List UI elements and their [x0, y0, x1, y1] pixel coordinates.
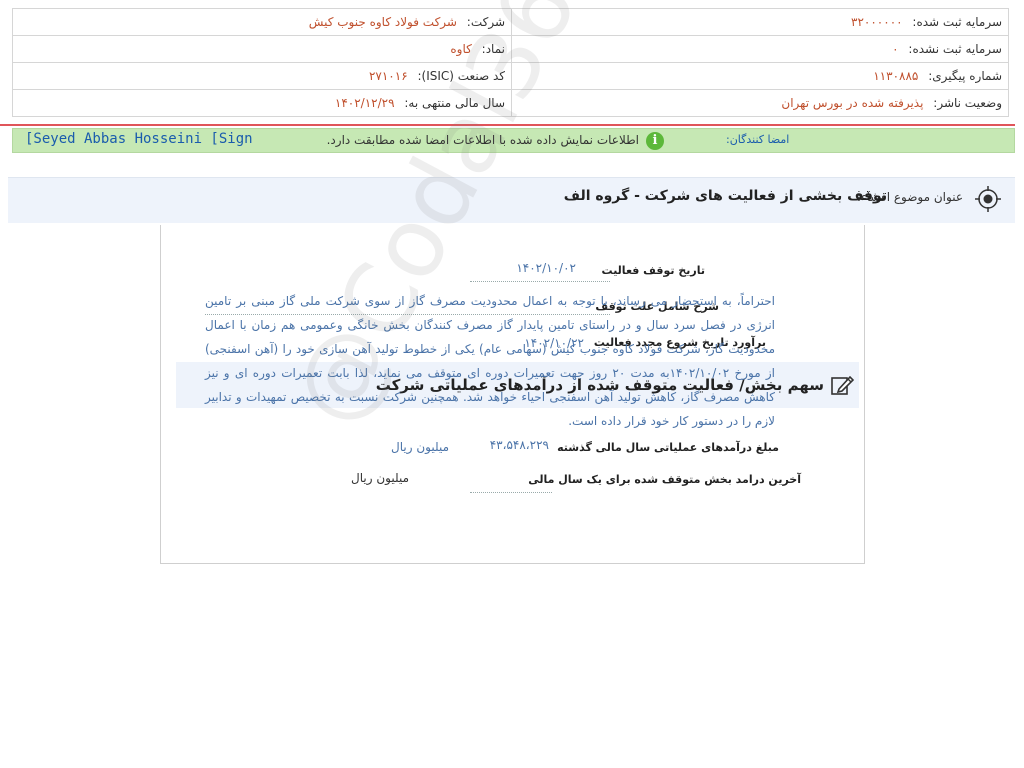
verification-notice: i اطلاعات نمایش داده شده با اطلاعات امضا… — [12, 128, 1015, 153]
tracking-value: ۱۱۳۰۸۸۵ — [873, 69, 919, 83]
publisher-status-cell: وضعیت ناشر: پذیرفته شده در بورس تهران — [511, 89, 1009, 117]
unregistered-capital-value: ۰ — [892, 42, 899, 56]
company-info-table: شرکت: شرکت فولاد کاوه جنوب کیش سرمایه ثب… — [12, 8, 1009, 117]
fiscal-cell: سال مالی منتهی به: ۱۴۰۲/۱۲/۲۹ — [12, 89, 512, 117]
symbol-cell: نماد: کاوه — [12, 35, 512, 63]
fiscal-label: سال مالی منتهی به: — [404, 96, 505, 110]
tracking-cell: شماره پیگیری: ۱۱۳۰۸۸۵ — [511, 62, 1009, 90]
unregistered-capital-cell: سرمایه ثبت نشده: ۰ — [511, 35, 1009, 63]
verification-message: اطلاعات نمایش داده شده با اطلاعات امضا ش… — [326, 133, 639, 147]
prior-revenue-unit: میلیون ریال — [391, 440, 449, 454]
unregistered-capital-label: سرمایه ثبت نشده: — [908, 42, 1002, 56]
signers-value[interactable]: [Seyed Abbas Hosseini [Sign — [25, 131, 253, 147]
subject-title: توقف بخشی از فعالیت های شرکت - گروه الف — [563, 188, 887, 204]
isic-value: ۲۷۱۰۱۶ — [368, 69, 408, 83]
publisher-status-value: پذیرفته شده در بورس تهران — [781, 96, 924, 110]
company-cell: شرکت: شرکت فولاد کاوه جنوب کیش — [12, 8, 512, 36]
stop-date-label: تاریخ توقف فعالیت — [601, 264, 705, 277]
last-revenue-unit: میلیون ریال — [351, 471, 409, 485]
target-icon — [975, 186, 1001, 212]
prior-revenue-value: ۴۳،۵۴۸،۲۲۹ — [489, 438, 549, 452]
last-revenue-label: آخرین درامد بخش متوقف شده برای یک سال ما… — [528, 473, 801, 486]
registered-capital-value: ۳۲۰۰۰۰۰۰ — [851, 15, 903, 29]
dotted-underline — [470, 281, 610, 282]
fiscal-value: ۱۴۰۲/۱۲/۲۹ — [334, 96, 395, 110]
reason-text: احتراماً، به استحضار می رساند، با توجه ب… — [205, 294, 775, 428]
isic-cell: کد صنعت (ISIC): ۲۷۱۰۱۶ — [12, 62, 512, 90]
isic-label: کد صنعت (ISIC): — [417, 69, 505, 83]
red-divider — [0, 124, 1015, 126]
info-row: نماد: کاوه سرمایه ثبت نشده: ۰ — [12, 35, 1009, 63]
tracking-label: شماره پیگیری: — [928, 69, 1002, 83]
info-row: شرکت: شرکت فولاد کاوه جنوب کیش سرمایه ثب… — [12, 8, 1009, 36]
signers-label: امضا کنندگان: — [726, 133, 790, 146]
dotted-underline — [470, 492, 552, 493]
registered-capital-cell: سرمایه ثبت شده: ۳۲۰۰۰۰۰۰ — [511, 8, 1009, 36]
prior-revenue-label: مبلغ درآمدهای عملیاتی سال مالی گذشته — [557, 441, 779, 454]
company-label: شرکت: — [466, 15, 505, 29]
symbol-label: نماد: — [481, 42, 505, 56]
registered-capital-label: سرمایه ثبت شده: — [912, 15, 1002, 29]
publisher-status-label: وضعیت ناشر: — [933, 96, 1002, 110]
subject-bar: عنوان موضوع افشاء: توقف بخشی از فعالیت ه… — [8, 177, 1015, 223]
info-icon: i — [646, 132, 664, 150]
info-row: سال مالی منتهی به: ۱۴۰۲/۱۲/۲۹ وضعیت ناشر… — [12, 89, 1009, 117]
info-row: کد صنعت (ISIC): ۲۷۱۰۱۶ شماره پیگیری: ۱۱۳… — [12, 62, 1009, 90]
stop-date-value: ۱۴۰۲/۱۰/۰۲ — [516, 261, 576, 275]
symbol-value: کاوه — [450, 42, 472, 56]
company-value: شرکت فولاد کاوه جنوب کیش — [308, 15, 457, 29]
edit-icon — [831, 375, 854, 395]
